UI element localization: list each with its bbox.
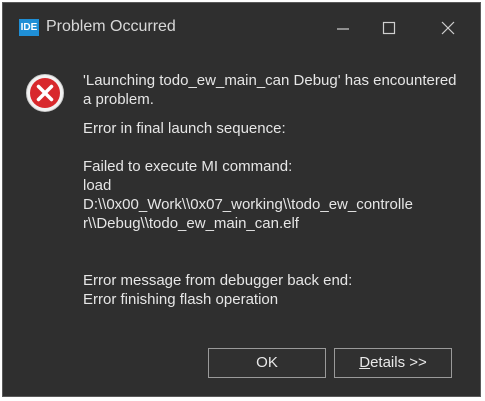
title-bar[interactable]: IDE Problem Occurred <box>3 3 480 50</box>
maximize-icon <box>374 13 404 43</box>
details-label: etails >> <box>370 354 427 371</box>
debugger-message-line-2: Error finishing flash operation <box>83 291 279 308</box>
maximize-button[interactable] <box>374 13 404 43</box>
error-summary: Error in final launch sequence: <box>83 120 286 137</box>
debugger-message-line-1: Error message from debugger back end: <box>83 272 353 289</box>
detail-line-1: Failed to execute MI command: <box>83 158 293 175</box>
details-button[interactable]: Details >> <box>334 348 452 378</box>
headline-line-1: 'Launching todo_ew_main_can Debug' has e… <box>83 72 457 89</box>
ide-app-icon: IDE <box>19 19 39 36</box>
close-icon <box>433 13 463 43</box>
detail-line-4: r\\Debug\\todo_ew_main_can.elf <box>83 215 299 232</box>
detail-line-2: load <box>83 177 112 194</box>
headline-line-2: a problem. <box>83 91 154 108</box>
error-icon <box>25 73 65 113</box>
close-button[interactable] <box>433 13 463 43</box>
minimize-icon <box>328 13 358 43</box>
minimize-button[interactable] <box>328 13 358 43</box>
ok-button[interactable]: OK <box>208 348 326 378</box>
problem-dialog: IDE Problem Occurred 'Launching todo_ew_… <box>2 2 481 397</box>
error-message: 'Launching todo_ew_main_can Debug' has e… <box>83 71 478 309</box>
details-mnemonic: D <box>359 354 371 371</box>
detail-line-3: D:\\0x00_Work\\0x07_working\\todo_ew_con… <box>83 196 413 213</box>
window-title: Problem Occurred <box>46 18 176 35</box>
problem-headline: 'Launching todo_ew_main_can Debug' has e… <box>83 71 478 109</box>
